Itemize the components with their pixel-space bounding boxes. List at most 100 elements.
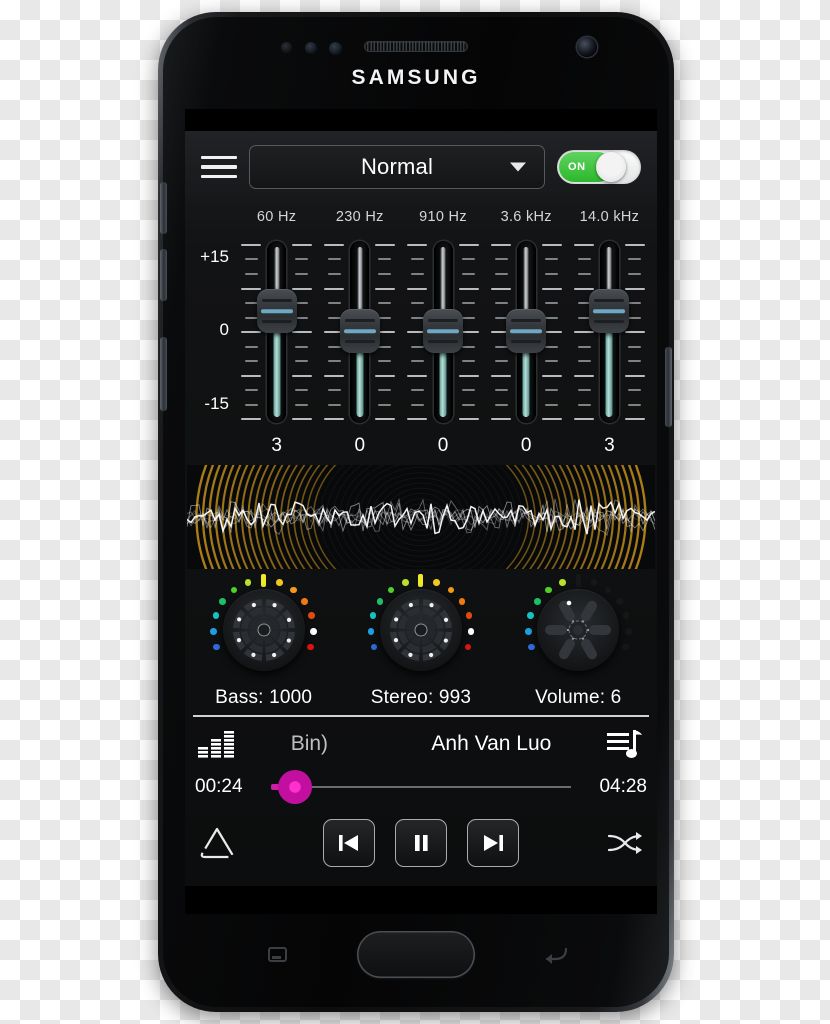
audio-visualizer[interactable] xyxy=(187,465,655,569)
slider-tick xyxy=(577,272,591,275)
slider-tick xyxy=(245,403,258,406)
bass-knob-cell: Bass: 1000 xyxy=(185,573,342,709)
band-gain-value: 0 xyxy=(354,435,366,456)
track-info-row: Bin) Anh Van Luo xyxy=(195,721,647,767)
stereo-knob-face[interactable] xyxy=(379,589,462,671)
bass-knob-face[interactable] xyxy=(222,589,305,671)
slider-thumb[interactable] xyxy=(423,309,463,353)
slider-tick xyxy=(295,258,309,261)
band-slider[interactable] xyxy=(485,233,568,429)
equalizer-app: Normal ON 60 Hz 230 Hz 910 Hz 3.6 kHz 14… xyxy=(185,131,657,886)
stereo-knob-label: Stereo: 993 xyxy=(370,687,472,708)
slider-tick xyxy=(625,374,646,377)
slider-thumb[interactable] xyxy=(339,309,380,353)
slider-tick xyxy=(573,418,594,420)
slider-tick xyxy=(378,258,392,261)
slider-tick xyxy=(458,374,479,377)
knob-led xyxy=(370,643,378,651)
knob-led xyxy=(433,579,440,586)
seek-thumb[interactable] xyxy=(278,769,312,804)
slider-tick xyxy=(461,403,475,406)
equalizer-sliders-area: +15 0 -15 xyxy=(185,233,657,429)
slider-thumb-groove xyxy=(261,320,292,324)
volume-knob-face[interactable] xyxy=(537,589,620,671)
band-gain-value: 3 xyxy=(604,435,615,456)
bixby-key[interactable] xyxy=(160,337,167,411)
slider-tick xyxy=(577,258,591,261)
band-slider[interactable] xyxy=(401,233,484,429)
slider-tick xyxy=(407,244,428,246)
slider-tick xyxy=(328,359,342,362)
slider-tick xyxy=(328,389,342,391)
slider-tick xyxy=(490,418,511,420)
band-slider[interactable] xyxy=(568,233,651,429)
next-button[interactable] xyxy=(467,819,519,868)
slider-thumb-indicator xyxy=(427,329,459,333)
slider-tick xyxy=(628,345,642,348)
phone-chassis: SAMSUNG Normal ON 60 Hz 230 Hz 910 Hz 3.… xyxy=(160,17,672,1007)
slider-thumb-groove xyxy=(428,340,458,343)
volume-up-key[interactable] xyxy=(160,182,167,234)
slider-tick xyxy=(461,301,475,304)
slider-tick xyxy=(628,272,642,275)
seek-bar[interactable] xyxy=(271,769,571,804)
slider-tick xyxy=(241,331,261,333)
back-icon[interactable] xyxy=(543,945,569,965)
knob-led xyxy=(464,643,472,651)
stereo-knob-pattern xyxy=(390,599,452,661)
slider-tick xyxy=(628,403,642,406)
track-tail-text: Bin) xyxy=(290,731,329,755)
hamburger-icon[interactable] xyxy=(201,153,237,181)
recents-icon[interactable] xyxy=(267,945,291,965)
band-gain-value: 0 xyxy=(437,435,449,456)
power-toggle[interactable]: ON xyxy=(557,150,641,184)
samsung-phone-device: SAMSUNG Normal ON 60 Hz 230 Hz 910 Hz 3.… xyxy=(158,12,674,1012)
equalizer-bars-icon[interactable] xyxy=(195,727,239,761)
stereo-knob[interactable] xyxy=(359,573,483,685)
slider-tick xyxy=(461,345,475,348)
band-slider[interactable] xyxy=(318,233,401,429)
slider-tick xyxy=(295,301,309,304)
preset-dropdown[interactable]: Normal xyxy=(249,145,545,189)
axis-label-zero: 0 xyxy=(219,320,229,339)
knob-led xyxy=(528,643,535,651)
slider-thumb-indicator xyxy=(260,309,293,314)
knob-led xyxy=(210,628,217,635)
slider-thumb[interactable] xyxy=(256,289,297,334)
slider-tick xyxy=(541,418,562,420)
slider-tick xyxy=(245,389,258,391)
slider-thumb-indicator xyxy=(593,309,626,314)
pause-button[interactable] xyxy=(395,819,447,868)
axis-label-max: +15 xyxy=(200,247,229,266)
toggle-knob xyxy=(596,152,626,182)
band-frequency-label: 14.0 kHz xyxy=(579,209,640,225)
shuffle-icon[interactable] xyxy=(603,823,647,863)
slider-thumb[interactable] xyxy=(506,309,547,353)
knob-led xyxy=(625,628,632,635)
knob-led xyxy=(308,612,315,619)
home-button[interactable] xyxy=(357,931,475,978)
bass-knob-label: Bass: 1000 xyxy=(215,687,313,708)
slider-thumb[interactable] xyxy=(589,289,630,334)
top-bezel: SAMSUNG xyxy=(163,17,669,115)
slider-tick xyxy=(461,272,475,275)
knob-led xyxy=(307,643,314,651)
repeat-icon[interactable] xyxy=(195,823,239,863)
samsung-brand-logo: SAMSUNG xyxy=(351,66,481,89)
knob-led xyxy=(575,573,581,587)
volume-knob[interactable] xyxy=(516,573,640,685)
status-bar xyxy=(185,109,657,131)
bass-knob[interactable] xyxy=(202,573,326,685)
slider-thumb-groove xyxy=(428,319,458,322)
slider-tick xyxy=(295,316,309,319)
slider-tick xyxy=(292,374,313,377)
transport-buttons xyxy=(323,819,519,868)
slider-tick xyxy=(628,389,642,391)
track-text: Bin) Anh Van Luo xyxy=(239,732,603,756)
playlist-music-icon[interactable] xyxy=(603,726,647,762)
band-slider[interactable] xyxy=(235,233,318,429)
volume-down-key[interactable] xyxy=(160,249,167,301)
power-key[interactable] xyxy=(665,347,672,427)
seek-track xyxy=(271,785,571,788)
previous-button[interactable] xyxy=(323,819,375,868)
